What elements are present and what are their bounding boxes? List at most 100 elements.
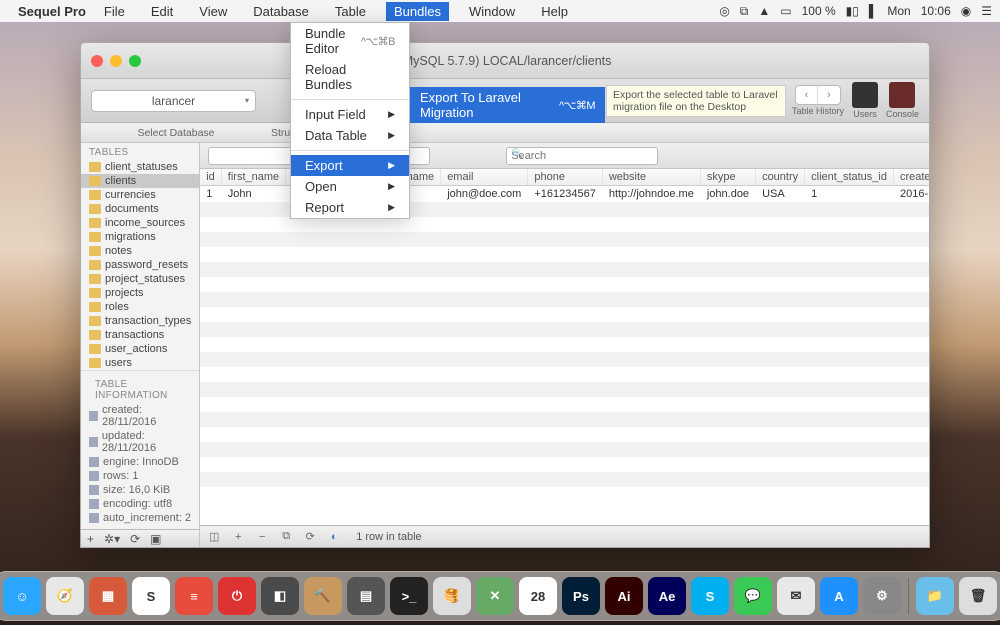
sidebar-footer: + ✲▾ ⟳ ▣ (81, 529, 199, 547)
table-item[interactable]: user_actions (81, 342, 199, 356)
table-item[interactable]: documents (81, 202, 199, 216)
dock-photoshop-icon[interactable]: Ps (562, 577, 600, 615)
column-header[interactable]: created_at (893, 169, 929, 186)
table-info-row: engine: InnoDB (87, 455, 193, 469)
column-header[interactable]: id (200, 169, 221, 186)
column-header[interactable]: skype (700, 169, 755, 186)
column-header[interactable]: email (441, 169, 528, 186)
column-header[interactable]: client_status_id (805, 169, 894, 186)
search-input[interactable] (506, 147, 658, 165)
battery-icon: ▮▯ (846, 4, 859, 18)
data-grid[interactable]: idfirst_namelast_namecompany_nameemailph… (200, 169, 929, 525)
database-selector[interactable]: larancer (91, 90, 256, 112)
table-item[interactable]: transaction_types (81, 314, 199, 328)
menu-edit[interactable]: Edit (145, 2, 179, 21)
table-item[interactable]: clients (81, 174, 199, 188)
remove-row-button[interactable]: − (254, 531, 270, 543)
menu-window[interactable]: Window (463, 2, 521, 21)
history-nav[interactable]: ‹› (795, 85, 841, 105)
table-actions-button[interactable]: ✲▾ (104, 532, 120, 546)
user-icon[interactable]: ◉ (961, 4, 971, 18)
dock-settings-icon[interactable]: ⚙ (863, 577, 901, 615)
dock-aftereffects-icon[interactable]: Ae (648, 577, 686, 615)
dock-terminal-icon[interactable]: >_ (390, 577, 428, 615)
menu-database[interactable]: Database (247, 2, 315, 21)
dock-power-icon[interactable]: ⏻ (218, 577, 256, 615)
forward-button[interactable]: › (818, 86, 840, 104)
table-item[interactable]: income_sources (81, 216, 199, 230)
table-item[interactable]: password_resets (81, 258, 199, 272)
dock-sublime-icon[interactable]: ◧ (261, 577, 299, 615)
info-icon (89, 437, 98, 447)
export-submenu-item[interactable]: Export To Laravel Migration ^⌥⌘M (410, 87, 605, 123)
tables-header: TABLES (81, 143, 199, 160)
refresh-tables-button[interactable]: ⟳ (130, 532, 140, 546)
dock-messages-icon[interactable]: 💬 (734, 577, 772, 615)
pane-toggle-left-button[interactable]: ◫ (206, 530, 222, 543)
menu-item[interactable]: Open▶ (291, 176, 409, 197)
dock-app1-icon[interactable]: ▦ (89, 577, 127, 615)
menu-view[interactable]: View (193, 2, 233, 21)
close-window-button[interactable] (91, 55, 103, 67)
minimize-window-button[interactable] (110, 55, 122, 67)
dock-safari-icon[interactable]: 🧭 (46, 577, 84, 615)
dock-folder-icon[interactable]: 📁 (916, 577, 954, 615)
dock-sequel-icon[interactable]: 🥞 (433, 577, 471, 615)
zoom-window-button[interactable] (129, 55, 141, 67)
dock-hammer-icon[interactable]: 🔨 (304, 577, 342, 615)
dock-calendar-icon[interactable]: 28 (519, 577, 557, 615)
column-header[interactable]: first_name (221, 169, 285, 186)
menu-item[interactable]: Input Field▶ (291, 104, 409, 125)
table-item[interactable]: users (81, 356, 199, 370)
dock-skype-icon[interactable]: S (691, 577, 729, 615)
dock-mail-icon[interactable]: ✉ (777, 577, 815, 615)
spotlight-icon[interactable]: ☰ (981, 4, 992, 18)
dock-app3-icon[interactable]: ≡ (175, 577, 213, 615)
dock-app5-icon[interactable]: ✕ (476, 577, 514, 615)
menu-table[interactable]: Table (329, 2, 372, 21)
table-item[interactable]: transactions (81, 328, 199, 342)
column-header[interactable]: website (602, 169, 700, 186)
dock-finder-icon[interactable]: ☺ (3, 577, 41, 615)
menu-help[interactable]: Help (535, 2, 574, 21)
menu-item[interactable]: Export▶ (291, 155, 409, 176)
menu-item[interactable]: Reload Bundles (291, 59, 409, 95)
menu-item[interactable]: Bundle Editor^⌥⌘B (291, 23, 409, 59)
info-icon (89, 411, 98, 421)
console-label: Console (886, 109, 919, 119)
table-item[interactable]: currencies (81, 188, 199, 202)
table-info-row: updated: 28/11/2016 (87, 429, 193, 455)
duplicate-row-button[interactable]: ⧉ (278, 530, 294, 543)
folder-icon (89, 344, 101, 354)
info-icon (89, 513, 99, 523)
column-header[interactable]: country (756, 169, 805, 186)
table-item[interactable]: project_statuses (81, 272, 199, 286)
table-item[interactable]: client_statuses (81, 160, 199, 174)
page-indicator-icon[interactable]: ◐ (326, 531, 342, 543)
table-item[interactable]: migrations (81, 230, 199, 244)
app-name[interactable]: Sequel Pro (18, 4, 86, 19)
column-header[interactable]: phone (528, 169, 602, 186)
menu-item[interactable]: Report▶ (291, 197, 409, 218)
table-item[interactable]: projects (81, 286, 199, 300)
users-icon[interactable] (852, 82, 878, 108)
folder-icon (89, 162, 101, 172)
dock-appstore-icon[interactable]: A (820, 577, 858, 615)
dock-illustrator-icon[interactable]: Ai (605, 577, 643, 615)
menu-file[interactable]: File (98, 2, 131, 21)
refresh-button[interactable]: ⟳ (302, 530, 318, 543)
back-button[interactable]: ‹ (796, 86, 818, 104)
battery-text: 100 % (802, 4, 836, 18)
dock-app2-icon[interactable]: S (132, 577, 170, 615)
dock-trash-icon[interactable]: 🗑 (959, 577, 997, 615)
console-icon[interactable] (889, 82, 915, 108)
table-item[interactable]: roles (81, 300, 199, 314)
menu-item[interactable]: Data Table▶ (291, 125, 409, 146)
toggle-info-button[interactable]: ▣ (150, 532, 161, 546)
table-item[interactable]: notes (81, 244, 199, 258)
dock-app4-icon[interactable]: ▤ (347, 577, 385, 615)
add-table-button[interactable]: + (87, 532, 94, 546)
add-row-button[interactable]: + (230, 531, 246, 543)
flag-icon: ▌ (869, 4, 878, 18)
menu-bundles[interactable]: Bundles (386, 2, 449, 21)
